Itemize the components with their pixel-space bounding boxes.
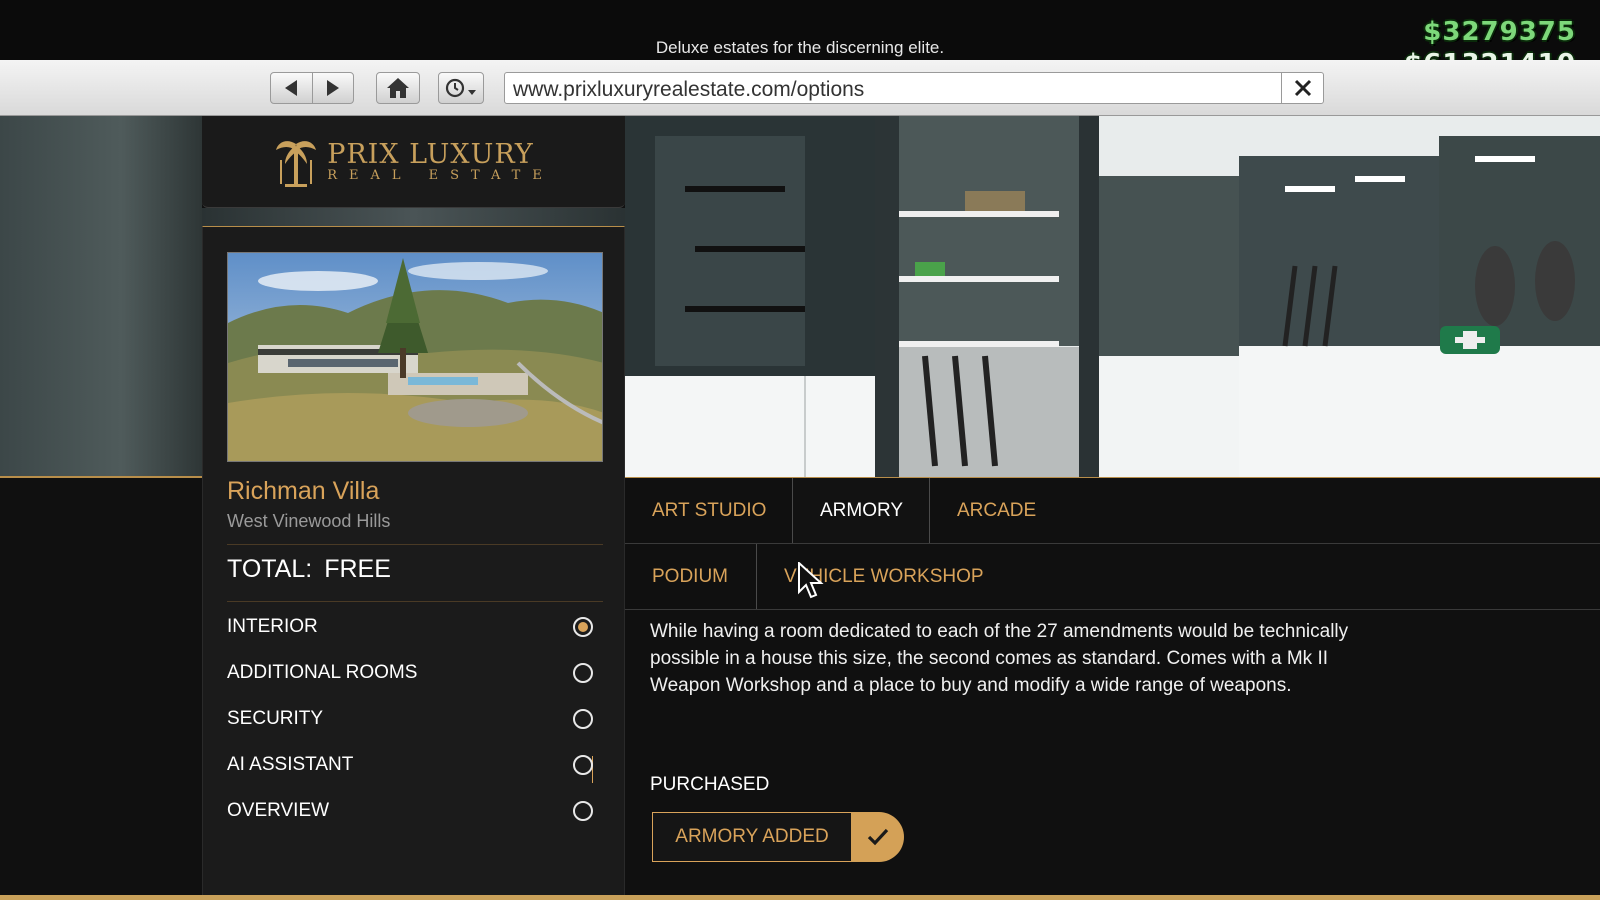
brand-subtitle: REAL ESTATE (327, 167, 554, 183)
background-dark (0, 478, 202, 900)
step-overview[interactable]: OVERVIEW (227, 796, 603, 826)
home-icon (387, 78, 409, 98)
tab-podium[interactable]: PODIUM (625, 544, 757, 609)
property-name: Richman Villa (227, 477, 380, 505)
villa-photo-image (228, 253, 602, 461)
armory-preview-image (625, 116, 1600, 478)
step-radio[interactable] (573, 755, 593, 775)
back-button[interactable] (271, 73, 312, 103)
tagline: Deluxe estates for the discerning elite. (655, 38, 945, 57)
armory-added-button[interactable]: ARMORY ADDED (652, 812, 904, 862)
divider (227, 544, 603, 545)
forward-button[interactable] (311, 73, 353, 103)
tabs-row-2: PODIUM VEHICLE WORKSHOP (625, 544, 1600, 610)
browser-toolbar: www.prixluxuryrealestate.com/options (0, 60, 1600, 116)
close-icon (1294, 79, 1311, 97)
property-location: West Vinewood Hills (227, 511, 391, 531)
purchased-label: PURCHASED (650, 774, 770, 795)
step-label: INTERIOR (227, 616, 318, 637)
step-radio[interactable] (573, 709, 593, 729)
address-bar[interactable]: www.prixluxuryrealestate.com/options (504, 72, 1324, 104)
forward-arrow-icon (326, 80, 339, 96)
top-bar: Deluxe estates for the discerning elite. (0, 0, 1600, 60)
history-clock-icon (445, 78, 476, 98)
brand-logo[interactable]: PRIX LUXURY REAL ESTATE (202, 116, 625, 208)
step-radio-selected[interactable] (573, 617, 593, 637)
history-button[interactable] (438, 72, 484, 104)
checkmark-icon (867, 828, 888, 846)
home-button[interactable] (376, 72, 420, 104)
tabs-row-1: ART STUDIO ARMORY ARCADE (625, 478, 1600, 544)
palm-tree-logo-icon (276, 140, 317, 187)
background-wall (0, 116, 202, 478)
checkmark-badge[interactable] (851, 812, 904, 862)
option-description: While having a room dedicated to each of… (650, 621, 1349, 696)
total-value: FREE (324, 555, 391, 583)
step-radio[interactable] (573, 801, 593, 821)
bottom-accent-line (0, 895, 1600, 900)
url-text[interactable]: www.prixluxuryrealestate.com/options (513, 78, 864, 102)
step-label: AI ASSISTANT (227, 754, 354, 775)
step-label: ADDITIONAL ROOMS (227, 662, 418, 683)
step-radio[interactable] (573, 663, 593, 683)
back-arrow-icon (285, 80, 298, 96)
total-label: TOTAL: (227, 555, 313, 583)
step-label: OVERVIEW (227, 800, 330, 821)
back-forward-buttons (270, 72, 354, 104)
mouse-pointer-icon (798, 562, 824, 599)
divider (227, 601, 603, 602)
armory-added-label[interactable]: ARMORY ADDED (652, 812, 852, 862)
property-sidebar: Richman Villa West Vinewood Hills TOTAL:… (202, 226, 625, 900)
step-label: SECURITY (227, 708, 324, 729)
background-strip (202, 208, 625, 228)
step-additional-rooms[interactable]: ADDITIONAL ROOMS (227, 658, 603, 688)
brand-text: PRIX LUXURY REAL ESTATE (327, 138, 554, 183)
property-photo (227, 252, 603, 462)
tab-arcade[interactable]: ARCADE (930, 478, 1080, 543)
tab-art-studio[interactable]: ART STUDIO (625, 478, 793, 543)
step-ai-assistant[interactable]: AI ASSISTANT (227, 750, 603, 780)
tab-vehicle-workshop[interactable]: VEHICLE WORKSHOP (757, 544, 997, 609)
armory-room-image (625, 116, 1600, 477)
bank-balance: $3279375 (1423, 17, 1576, 47)
page-content: PRIX LUXURY REAL ESTATE Richman Villa We… (0, 116, 1600, 900)
brand-name: PRIX LUXURY (327, 138, 534, 170)
total-price: TOTAL: FREE (227, 555, 391, 584)
close-button[interactable] (1281, 73, 1323, 103)
step-security[interactable]: SECURITY (227, 704, 603, 734)
tab-armory[interactable]: ARMORY (793, 478, 930, 543)
step-interior[interactable]: INTERIOR (227, 612, 603, 642)
